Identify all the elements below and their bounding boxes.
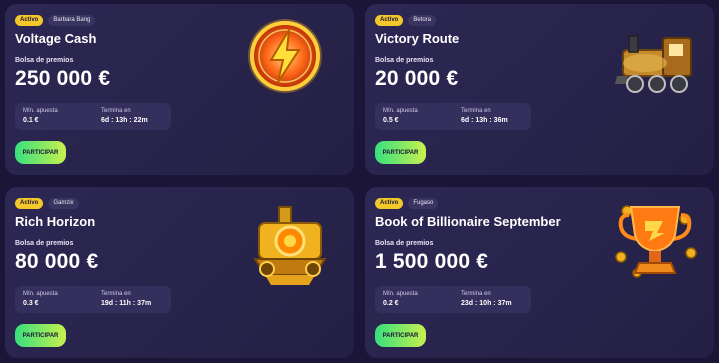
min-bet-value: 0.5 €	[383, 117, 399, 124]
tournament-card-rich-horizon[interactable]: Activo Gamzix Rich Horizon Bolsa de prem…	[5, 187, 354, 358]
badges: Activo Fugaso	[375, 198, 439, 209]
ends-label: Termina en	[101, 108, 131, 114]
ends-label: Termina en	[461, 291, 491, 297]
card-title: Voltage Cash	[15, 31, 97, 46]
ends-value: 23d : 10h : 37m	[461, 300, 512, 307]
card-title: Victory Route	[375, 31, 460, 46]
badges: Activo Gamzix	[15, 198, 79, 209]
tournament-card-voltage-cash[interactable]: Activo Barbara Bang Voltage Cash Bolsa d…	[5, 4, 354, 175]
prize-pool-amount: 80 000 €	[15, 250, 99, 273]
participate-button[interactable]: PARTICIPAR	[15, 324, 66, 347]
ends-label: Termina en	[461, 108, 491, 114]
prize-pool-label: Bolsa de premios	[15, 57, 74, 64]
provider-badge: Fugaso	[408, 198, 439, 209]
prize-pool-label: Bolsa de premios	[375, 57, 434, 64]
card-title: Rich Horizon	[15, 214, 96, 229]
status-badge: Activo	[375, 15, 404, 26]
lightning-coin-icon	[248, 19, 322, 93]
min-bet-label: Mín. apuesta	[383, 108, 418, 114]
prize-pool-label: Bolsa de premios	[375, 240, 434, 247]
info-panel: Mín. apuesta 0.5 € Termina en 6d : 13h :…	[375, 103, 531, 130]
info-panel: Mín. apuesta 0.3 € Termina en 19d : 11h …	[15, 286, 171, 313]
ends-value: 6d : 13h : 36m	[461, 117, 508, 124]
participate-button[interactable]: PARTICIPAR	[375, 324, 426, 347]
prize-pool-label: Bolsa de premios	[15, 240, 74, 247]
prize-pool-amount: 1 500 000 €	[375, 250, 489, 273]
min-bet-label: Mín. apuesta	[23, 291, 58, 297]
min-bet-label: Mín. apuesta	[383, 291, 418, 297]
min-bet-value: 0.3 €	[23, 300, 39, 307]
min-bet-value: 0.2 €	[383, 300, 399, 307]
tournament-card-book-of-billionaire[interactable]: Activo Fugaso Book of Billionaire Septem…	[365, 187, 714, 358]
badges: Activo Betora	[375, 15, 437, 26]
steam-train-icon	[615, 35, 692, 93]
participate-button[interactable]: PARTICIPAR	[375, 141, 426, 164]
status-badge: Activo	[375, 198, 404, 209]
info-panel: Mín. apuesta 0.2 € Termina en 23d : 10h …	[375, 286, 531, 313]
prize-pool-amount: 20 000 €	[375, 67, 459, 90]
ends-label: Termina en	[101, 291, 131, 297]
min-bet-value: 0.1 €	[23, 117, 39, 124]
status-badge: Activo	[15, 198, 44, 209]
tournament-card-victory-route[interactable]: Activo Betora Victory Route Bolsa de pre…	[365, 4, 714, 175]
tournament-grid: Activo Barbara Bang Voltage Cash Bolsa d…	[5, 4, 714, 359]
info-panel: Mín. apuesta 0.1 € Termina en 6d : 13h :…	[15, 103, 171, 130]
gold-train-icon	[253, 206, 327, 285]
prize-pool-amount: 250 000 €	[15, 67, 111, 90]
min-bet-label: Mín. apuesta	[23, 108, 58, 114]
badges: Activo Barbara Bang	[15, 15, 96, 26]
trophy-icon	[615, 205, 697, 278]
participate-button[interactable]: PARTICIPAR	[15, 141, 66, 164]
provider-badge: Barbara Bang	[48, 15, 96, 26]
card-title: Book of Billionaire September	[375, 214, 561, 229]
provider-badge: Betora	[408, 15, 437, 26]
ends-value: 19d : 11h : 37m	[101, 300, 152, 307]
provider-badge: Gamzix	[48, 198, 79, 209]
ends-value: 6d : 13h : 22m	[101, 117, 148, 124]
status-badge: Activo	[15, 15, 44, 26]
